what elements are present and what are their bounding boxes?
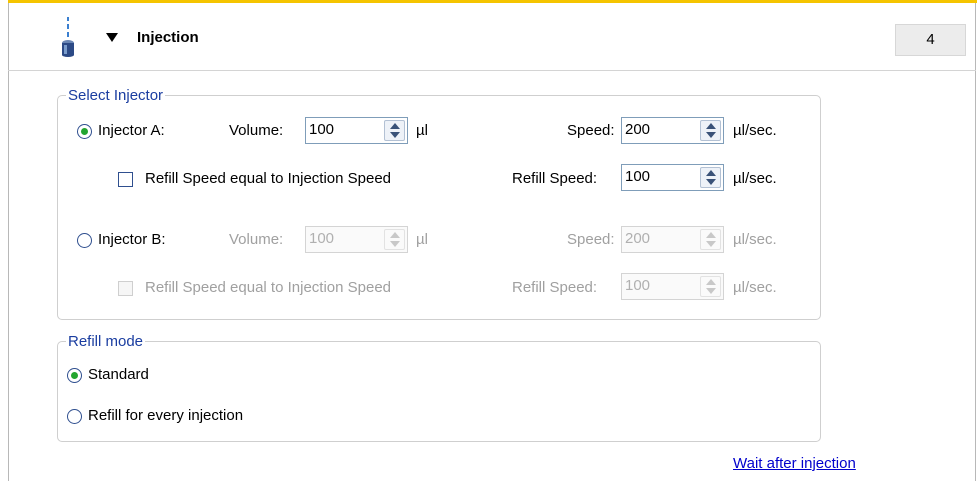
spin-down-icon[interactable] (706, 132, 716, 138)
injector-b-refill-checkbox-label[interactable]: Refill Speed equal to Injection Speed (145, 279, 391, 296)
spin-down-icon[interactable] (706, 288, 716, 294)
spin-buttons[interactable] (700, 167, 721, 188)
injector-a-refill-speed-label: Refill Speed: (512, 170, 598, 187)
spin-down-icon[interactable] (706, 179, 716, 185)
injector-b-speed-value[interactable]: 200 (625, 230, 650, 247)
refill-every-injection-radio[interactable] (67, 409, 82, 424)
injector-b-refill-speed-value[interactable]: 100 (625, 277, 650, 294)
injector-b-volume-value[interactable]: 100 (309, 230, 334, 247)
step-number-badge: 4 (895, 24, 966, 56)
wait-after-injection-link[interactable]: Wait after injection (733, 455, 856, 472)
injector-b-volume-stepper[interactable]: 100 (305, 226, 408, 253)
injector-a-label[interactable]: Injector A: (98, 122, 165, 139)
spin-up-icon[interactable] (390, 123, 400, 129)
panel-left-border (8, 3, 9, 481)
injector-b-speed-stepper[interactable]: 200 (621, 226, 724, 253)
spin-buttons[interactable] (384, 229, 405, 250)
panel-right-border (975, 3, 976, 481)
spin-up-icon[interactable] (706, 170, 716, 176)
injector-b-speed-label: Speed: (567, 231, 615, 248)
spin-up-icon[interactable] (706, 279, 716, 285)
injector-b-volume-label: Volume: (229, 231, 284, 248)
injector-b-radio[interactable] (77, 233, 92, 248)
injector-b-speed-unit: µl/sec. (733, 231, 777, 248)
spin-buttons[interactable] (384, 120, 405, 141)
select-injector-legend: Select Injector (68, 87, 164, 104)
injector-b-volume-unit: µl (416, 231, 428, 248)
refill-standard-radio[interactable] (67, 368, 82, 383)
injector-b-refill-checkbox[interactable] (118, 281, 133, 296)
injector-b-refill-speed-stepper[interactable]: 100 (621, 273, 724, 300)
injector-a-speed-stepper[interactable]: 200 (621, 117, 724, 144)
spin-down-icon[interactable] (706, 241, 716, 247)
triangle-down-icon[interactable] (106, 33, 118, 42)
refill-every-injection-label[interactable]: Refill for every injection (88, 407, 243, 424)
injector-a-refill-speed-value[interactable]: 100 (625, 168, 650, 185)
spin-buttons[interactable] (700, 120, 721, 141)
injector-a-volume-value[interactable]: 100 (309, 121, 334, 138)
refill-standard-label[interactable]: Standard (88, 366, 149, 383)
spin-up-icon[interactable] (390, 232, 400, 238)
spin-up-icon[interactable] (706, 123, 716, 129)
injector-a-volume-unit: µl (416, 122, 428, 139)
injector-b-refill-speed-unit: µl/sec. (733, 279, 777, 296)
injector-a-volume-stepper[interactable]: 100 (305, 117, 408, 144)
injector-b-label[interactable]: Injector B: (98, 231, 166, 248)
injector-a-radio[interactable] (77, 124, 92, 139)
spin-up-icon[interactable] (706, 232, 716, 238)
spin-buttons[interactable] (700, 276, 721, 297)
injector-a-refill-speed-unit: µl/sec. (733, 170, 777, 187)
spin-buttons[interactable] (700, 229, 721, 250)
injector-a-speed-value[interactable]: 200 (625, 121, 650, 138)
top-accent-bar (8, 0, 977, 3)
injector-a-volume-label: Volume: (229, 122, 284, 139)
injector-a-speed-unit: µl/sec. (733, 122, 777, 139)
injector-b-refill-speed-label: Refill Speed: (512, 279, 598, 296)
refill-mode-legend: Refill mode (68, 333, 144, 350)
section-title: Injection (137, 29, 199, 46)
injector-a-refill-speed-stepper[interactable]: 100 (621, 164, 724, 191)
injector-a-refill-checkbox[interactable] (118, 172, 133, 187)
spin-down-icon[interactable] (390, 132, 400, 138)
spin-down-icon[interactable] (390, 241, 400, 247)
header-divider (8, 70, 976, 71)
refill-mode-group: Refill mode (57, 333, 821, 442)
injector-a-speed-label: Speed: (567, 122, 615, 139)
injector-icon (62, 17, 74, 57)
injector-a-refill-checkbox-label[interactable]: Refill Speed equal to Injection Speed (145, 170, 391, 187)
